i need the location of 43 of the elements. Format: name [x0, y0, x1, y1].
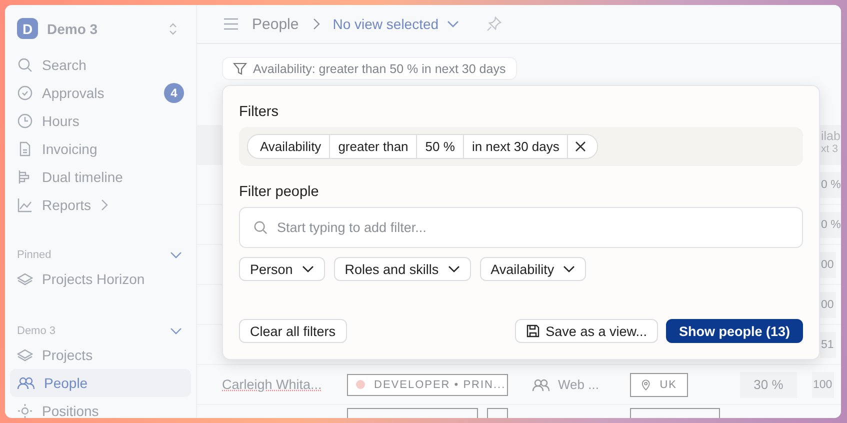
show-people-button[interactable]: Show people (13) — [666, 319, 803, 343]
availability-cell: 00 — [820, 292, 836, 318]
workspace-avatar: D — [17, 18, 38, 39]
nav-item[interactable]: Projects — [10, 341, 191, 369]
availability-cell: 100 — [812, 372, 834, 398]
save-view-button[interactable]: Save as a view... — [514, 319, 658, 343]
nav-item[interactable]: People — [10, 369, 191, 397]
team-name: Web ... — [558, 377, 599, 392]
count-badge: 4 — [164, 83, 184, 103]
workspace-name[interactable]: Demo 3 — [47, 20, 159, 36]
nav-item[interactable]: Reports — [10, 191, 191, 219]
filter-chip[interactable]: Availability: greater than 50 % in next 30 days — [222, 57, 517, 80]
column-header: xt 3 — [821, 143, 839, 155]
filter-segment[interactable]: 50 % — [417, 135, 464, 158]
breadcrumb-link[interactable]: People — [252, 16, 299, 32]
availability-cell: 0 % — [820, 212, 841, 238]
location-tag: UK — [630, 372, 688, 396]
section-title: Pinned — [17, 249, 52, 261]
search-field[interactable]: Start typing to add filter... — [239, 207, 803, 248]
nav-item[interactable]: Search — [10, 51, 191, 79]
clear-filters-button[interactable]: Clear all filters — [239, 319, 347, 343]
filter-dropdown[interactable]: Person — [239, 257, 325, 281]
filter-dropdown[interactable]: Roles and skills — [334, 257, 471, 281]
availability-cell: 51 — [820, 332, 836, 358]
availability-cell: 30 % — [740, 372, 797, 398]
nav-item[interactable]: Positions — [10, 397, 191, 418]
filter-segment[interactable]: Availability — [248, 135, 330, 158]
nav-item[interactable]: Approvals 4 — [10, 79, 191, 107]
view-selector[interactable]: No view selected — [332, 16, 459, 32]
nav-item[interactable]: Invoicing — [10, 135, 191, 163]
popup-title: Filters — [239, 104, 280, 120]
availability-cell: 00 — [820, 252, 836, 278]
availability-cell: 0 % — [820, 172, 841, 198]
column-header: ilab — [821, 129, 840, 143]
filter-dropdown[interactable]: Availability — [480, 257, 586, 281]
section-title: Demo 3 — [17, 325, 56, 337]
nav-item[interactable]: Projects Horizon — [10, 265, 191, 293]
section-title: Filter people — [239, 184, 320, 200]
nav-item[interactable]: Dual timeline — [10, 163, 191, 191]
nav-item[interactable]: Hours — [10, 107, 191, 135]
role-tag: DEVELOPER • PRIN... — [347, 374, 508, 396]
person-name[interactable]: Carleigh Whita... — [222, 377, 322, 392]
filter-segment[interactable]: greater than — [330, 135, 418, 158]
